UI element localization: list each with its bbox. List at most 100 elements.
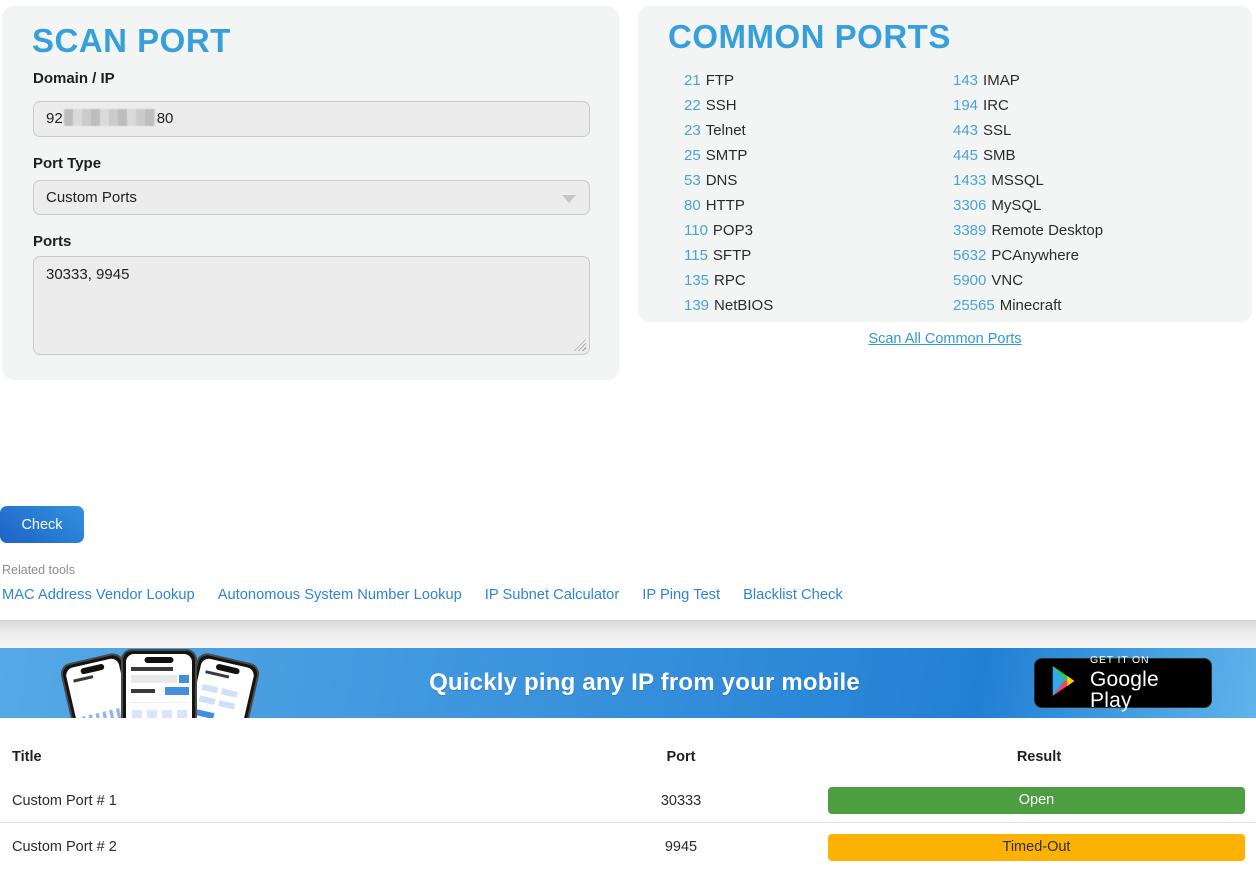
domain-ip-label: Domain / IP [33, 70, 115, 87]
domain-value-suffix: 80 [157, 110, 174, 127]
common-port-item-irc[interactable]: 194 IRC [953, 93, 1103, 118]
port-name: PCAnywhere [991, 247, 1079, 264]
common-port-item-mysql[interactable]: 3306 MySQL [953, 193, 1103, 218]
common-port-item-sftp[interactable]: 115 SFTP [684, 243, 773, 268]
google-play-icon [1049, 665, 1079, 702]
port-number: 139 [684, 297, 709, 314]
link-autonomous-system-number-lookup[interactable]: Autonomous System Number Lookup [218, 587, 462, 603]
common-port-item-ssl[interactable]: 443 SSL [953, 118, 1103, 143]
common-port-item-ftp[interactable]: 21 FTP [684, 68, 773, 93]
common-port-item-vnc[interactable]: 5900 VNC [953, 268, 1103, 293]
common-port-item-smb[interactable]: 445 SMB [953, 143, 1103, 168]
domain-ip-input[interactable]: 9280 [33, 101, 590, 137]
port-name: SSH [706, 97, 737, 114]
port-number: 194 [953, 97, 978, 114]
google-play-badge-top-text: GET IT ON [1090, 655, 1197, 666]
common-port-item-netbios[interactable]: 139 NetBIOS [684, 293, 773, 318]
port-number: 443 [953, 122, 978, 139]
common-port-item-pop3[interactable]: 110POP3 [684, 218, 773, 243]
port-name: SFTP [713, 247, 751, 264]
table-row: Custom Port # 1 30333 Open [0, 779, 1256, 822]
common-port-item-ssh[interactable]: 22SSH [684, 93, 773, 118]
port-name: SSL [983, 122, 1011, 139]
table-row: Custom Port # 2 9945 Timed-Out [0, 822, 1256, 871]
link-mac-address-vendor-lookup[interactable]: MAC Address Vendor Lookup [2, 587, 195, 603]
common-port-item-minecraft[interactable]: 25565Minecraft [953, 293, 1103, 318]
ports-label: Ports [33, 233, 71, 250]
port-type-selected-value: Custom Ports [46, 189, 137, 206]
common-ports-column-left: 21 FTP 22SSH 23Telnet 25 SMTP 53 DNS 80 HTTP… [684, 68, 773, 318]
divider-strip [0, 620, 1256, 649]
port-type-select[interactable]: Custom Ports [33, 180, 590, 215]
scan-port-panel: SCAN PORT Domain / IP 9280 Port Type Cus… [2, 6, 619, 380]
row-result: Timed-Out [822, 834, 1256, 861]
port-number: 5900 [953, 272, 986, 289]
port-name: SMTP [706, 147, 748, 164]
common-port-item-pcanywhere[interactable]: 5632 PCAnywhere [953, 243, 1103, 268]
port-name: SMB [983, 147, 1016, 164]
common-port-item-rpc[interactable]: 135RPC [684, 268, 773, 293]
row-title: Custom Port # 1 [0, 793, 540, 809]
phone-mockup-center [121, 649, 197, 718]
link-blacklist-check[interactable]: Blacklist Check [743, 587, 843, 603]
related-tools-label: Related tools [2, 563, 75, 577]
status-badge-open: Open [828, 787, 1245, 814]
port-name: DNS [706, 172, 738, 189]
scan-all-common-ports-link[interactable]: Scan All Common Ports [638, 331, 1252, 347]
google-play-badge-bottom-text: Google Play [1090, 669, 1197, 711]
related-tools-links: MAC Address Vendor Lookup Autonomous Sys… [2, 587, 843, 603]
common-ports-panel: COMMON PORTS 21 FTP 22SSH 23Telnet 25 SMTP… [638, 6, 1252, 322]
port-number: 115 [684, 247, 708, 264]
port-number: 445 [953, 147, 978, 164]
link-ip-subnet-calculator[interactable]: IP Subnet Calculator [485, 587, 619, 603]
port-name: Telnet [706, 122, 746, 139]
common-port-item-remote-desktop[interactable]: 3389 Remote Desktop [953, 218, 1103, 243]
common-port-item-http[interactable]: 80 HTTP [684, 193, 773, 218]
common-port-item-imap[interactable]: 143 IMAP [953, 68, 1103, 93]
port-number: 110 [684, 222, 708, 239]
port-name: MSSQL [991, 172, 1044, 189]
promo-banner: Quickly ping any IP from your mobile GET… [0, 648, 1256, 718]
link-ip-ping-test[interactable]: IP Ping Test [642, 587, 720, 603]
google-play-badge-text: GET IT ON Google Play [1090, 655, 1197, 711]
header-port: Port [540, 749, 822, 765]
common-port-item-dns[interactable]: 53 DNS [684, 168, 773, 193]
port-name: NetBIOS [714, 297, 773, 314]
google-play-badge[interactable]: GET IT ON Google Play [1034, 658, 1212, 708]
scan-port-title: SCAN PORT [32, 22, 231, 60]
phones-image [70, 648, 255, 718]
port-number: 80 [684, 197, 701, 214]
port-number: 53 [684, 172, 701, 189]
port-name: Remote Desktop [991, 222, 1103, 239]
port-number: 135 [684, 272, 709, 289]
port-name: MySQL [991, 197, 1041, 214]
port-number: 1433 [953, 172, 986, 189]
port-number: 25565 [953, 297, 995, 314]
common-ports-column-right: 143 IMAP 194 IRC 443 SSL 445 SMB 1433 MSSQL 3… [953, 68, 1103, 318]
common-port-item-smtp[interactable]: 25 SMTP [684, 143, 773, 168]
chevron-down-icon [562, 195, 576, 203]
common-port-item-mssql[interactable]: 1433 MSSQL [953, 168, 1103, 193]
header-result: Result [822, 749, 1256, 765]
port-number: 143 [953, 72, 978, 89]
ports-textarea[interactable]: 30333, 9945 [33, 256, 590, 355]
port-number: 3306 [953, 197, 986, 214]
port-number: 3389 [953, 222, 986, 239]
row-title: Custom Port # 2 [0, 839, 540, 855]
resize-handle-icon[interactable] [574, 339, 586, 351]
port-name: FTP [706, 72, 734, 89]
row-port: 30333 [540, 793, 822, 809]
results-header-row: Title Port Result [0, 735, 1256, 779]
row-result: Open [822, 787, 1256, 814]
port-number: 21 [684, 72, 701, 89]
port-name: VNC [991, 272, 1023, 289]
port-name: IMAP [983, 72, 1020, 89]
common-ports-title: COMMON PORTS [668, 18, 951, 56]
port-name: IRC [983, 97, 1009, 114]
port-type-label: Port Type [33, 155, 101, 172]
port-number: 25 [684, 147, 701, 164]
port-name: HTTP [706, 197, 745, 214]
common-port-item-telnet[interactable]: 23Telnet [684, 118, 773, 143]
check-button[interactable]: Check [0, 506, 84, 543]
port-number: 5632 [953, 247, 986, 264]
